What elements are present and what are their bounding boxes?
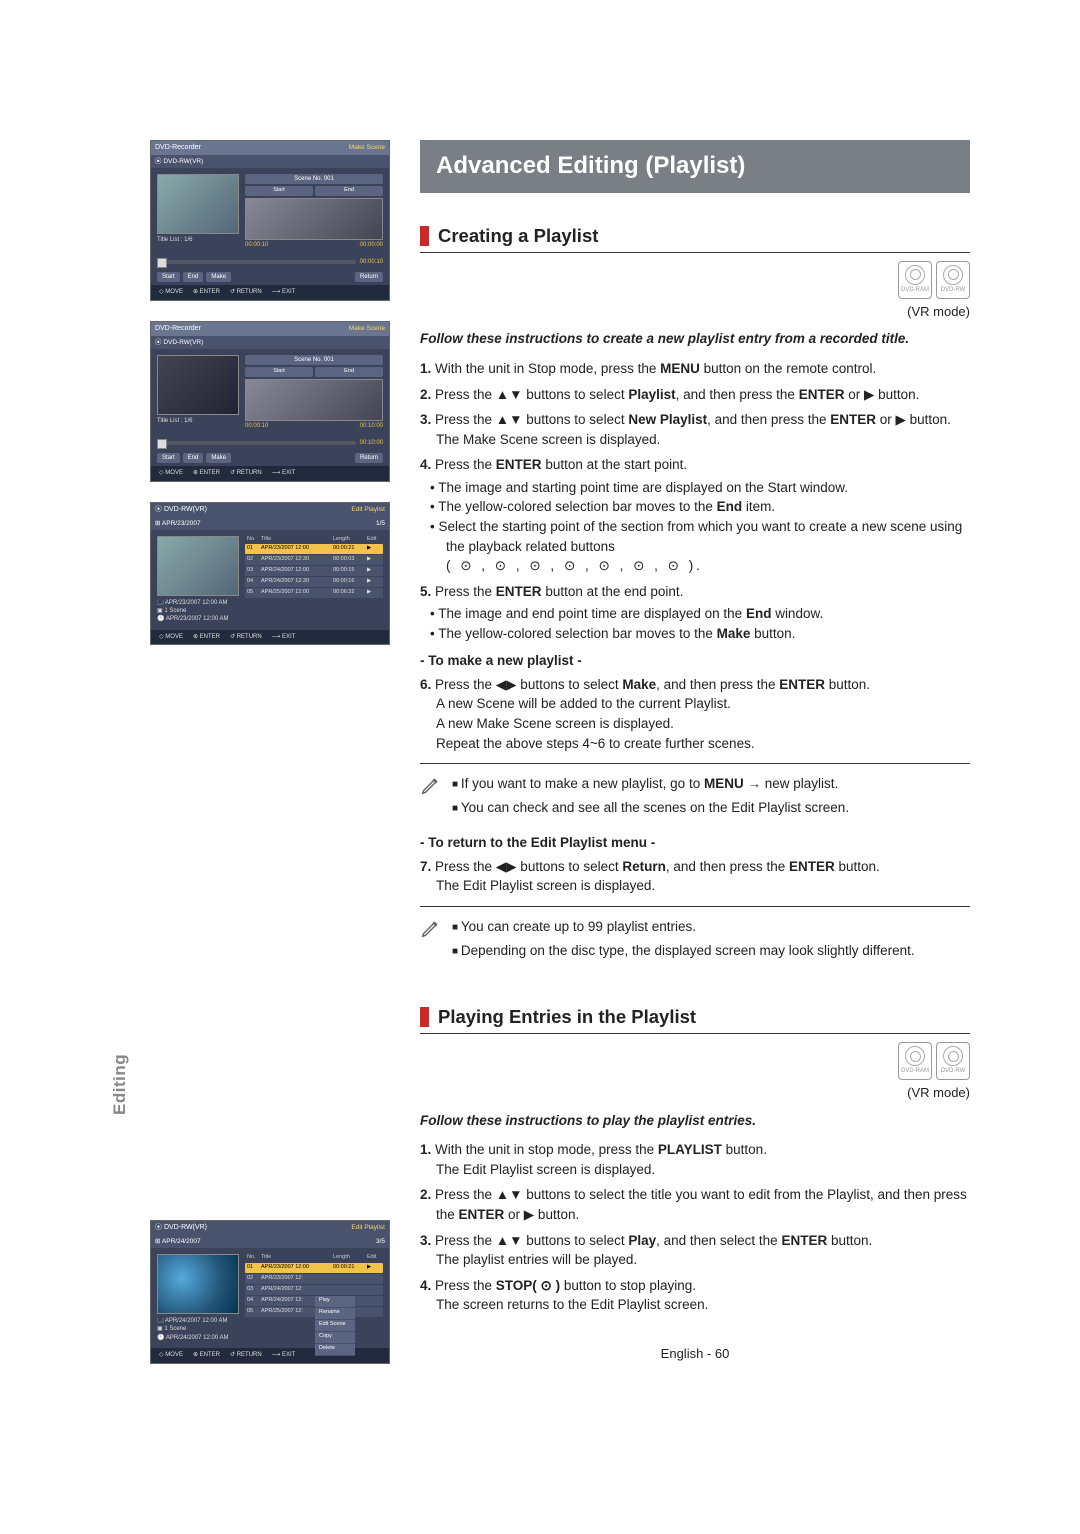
note-icon bbox=[420, 917, 442, 939]
playlist-row: 01APR/23/2007 12:0000:00:21▶ bbox=[245, 544, 383, 554]
page-title-banner: Advanced Editing (Playlist) bbox=[420, 140, 970, 193]
sidebar-screenshots: DVD-RecorderMake Scene ⦿ DVD-RW(VR) Titl… bbox=[150, 140, 390, 1364]
note-box: If you want to make a new playlist, go t… bbox=[420, 774, 970, 821]
section-heading-creating: Creating a Playlist bbox=[420, 223, 970, 253]
screenshot-edit-playlist-2: ⦿ DVD-RW(VR)Edit Playlist ⊞ APR/24/20073… bbox=[150, 1220, 390, 1363]
page-number: English - 60 bbox=[420, 1345, 970, 1364]
subheading: - To make a new playlist - bbox=[420, 651, 970, 671]
screenshot-edit-playlist-1: ⦿ DVD-RW(VR)Edit Playlist ⊞ APR/23/20071… bbox=[150, 502, 390, 645]
steps-list: 1. With the unit in Stop mode, press the… bbox=[420, 359, 970, 643]
lead-text: Follow these instructions to create a ne… bbox=[420, 329, 970, 349]
section-label: Editing bbox=[108, 1054, 133, 1115]
disc-format-icons: DVD-RAM DVD-RW bbox=[898, 261, 970, 299]
screenshot-make-scene-2: DVD-RecorderMake Scene ⦿ DVD-RW(VR) Titl… bbox=[150, 321, 390, 482]
vr-mode-label: (VR mode) bbox=[420, 303, 970, 322]
screenshot-make-scene-1: DVD-RecorderMake Scene ⦿ DVD-RW(VR) Titl… bbox=[150, 140, 390, 301]
disc-format-icons: DVD-RAM DVD-RW bbox=[898, 1042, 970, 1080]
section-heading-playing: Playing Entries in the Playlist bbox=[420, 1004, 970, 1034]
context-menu: Play Rename Edit Scene Copy Delete bbox=[315, 1296, 355, 1356]
playback-buttons-icons: ( ⊙ , ⊙ , ⊙ , ⊙ , ⊙ , ⊙ , ⊙ ). bbox=[446, 558, 703, 573]
note-icon bbox=[420, 774, 442, 796]
